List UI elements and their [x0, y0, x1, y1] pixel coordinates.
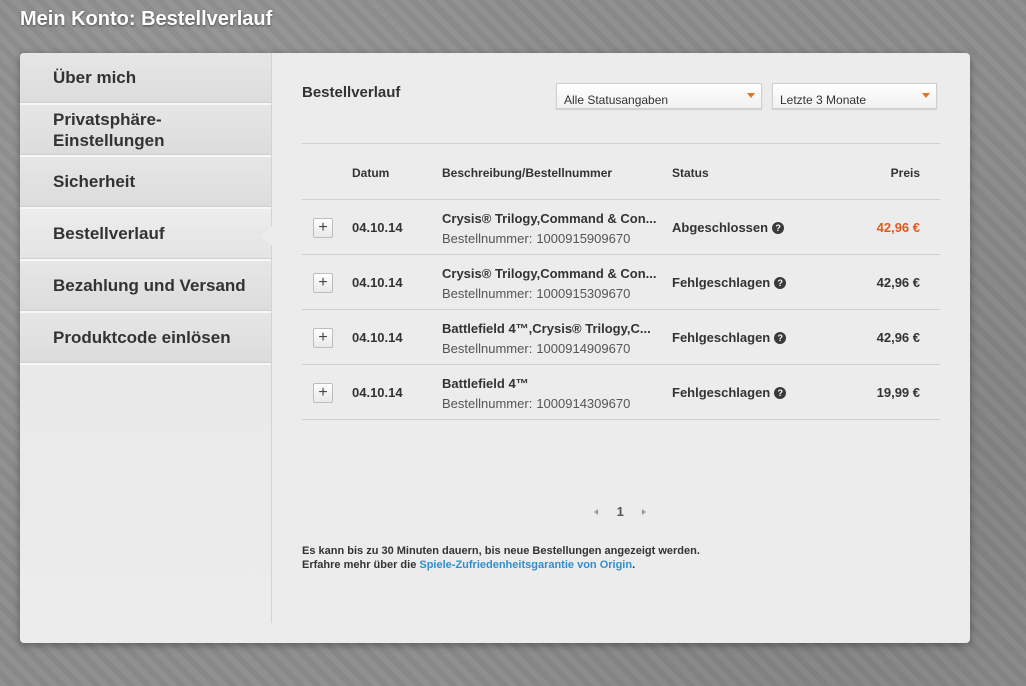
notice-suffix: . [632, 559, 636, 571]
order-status-text: Fehlgeschlagen [672, 385, 771, 400]
expand-row-button[interactable]: + [313, 273, 333, 293]
order-number-label: Bestellnummer: [442, 396, 533, 411]
order-date: 04.10.14 [352, 385, 403, 400]
period-filter-select[interactable]: Letzte 3 Monate [772, 83, 937, 109]
table-row: + 04.10.14 Battlefield 4™ Bestellnummer:… [302, 365, 940, 420]
header-price: Preis [890, 166, 920, 180]
order-status-text: Fehlgeschlagen [672, 275, 771, 290]
sidebar-item-produktcode[interactable]: Produktcode einlösen [20, 313, 271, 365]
guarantee-link[interactable]: Spiele-Zufriedenheitsgarantie von Origin [419, 559, 632, 571]
table-row: + 04.10.14 Crysis® Trilogy,Command & Con… [302, 200, 940, 255]
order-number-label: Bestellnummer: [442, 341, 533, 356]
sidebar-item-label: Produktcode einlösen [53, 328, 231, 347]
table-header: Datum Beschreibung/Bestellnummer Status … [302, 144, 940, 200]
expand-row-button[interactable]: + [313, 218, 333, 238]
order-number: Bestellnummer: 1000915309670 [442, 286, 630, 301]
order-status: Fehlgeschlagen? [672, 275, 787, 290]
order-number: Bestellnummer: 1000914909670 [442, 341, 630, 356]
order-price: 42,96 € [876, 220, 920, 235]
order-title: Battlefield 4™ [442, 376, 529, 391]
table-row: + 04.10.14 Crysis® Trilogy,Command & Con… [302, 255, 940, 310]
expand-row-button[interactable]: + [313, 383, 333, 403]
order-number: Bestellnummer: 1000914309670 [442, 396, 630, 411]
help-icon[interactable]: ? [772, 222, 785, 234]
sidebar-item-label: Bestellverlauf [53, 224, 165, 243]
section-title: Bestellverlauf [302, 84, 401, 101]
order-number-value: 1000914909670 [536, 341, 631, 356]
order-price: 42,96 € [876, 330, 920, 345]
order-title: Crysis® Trilogy,Command & Con... [442, 211, 657, 226]
order-date: 04.10.14 [352, 275, 403, 290]
sidebar-item-bestellverlauf[interactable]: Bestellverlauf [20, 209, 272, 261]
chevron-down-icon [922, 93, 930, 98]
sidebar-item-label: Privatsphäre- Einstellungen [53, 109, 164, 151]
order-price: 19,99 € [876, 385, 920, 400]
order-title: Battlefield 4™,Crysis® Trilogy,C... [442, 321, 651, 336]
order-status: Fehlgeschlagen? [672, 330, 787, 345]
help-icon[interactable]: ? [774, 277, 787, 289]
order-status-text: Abgeschlossen [672, 220, 769, 235]
period-filter-value: Letzte 3 Monate [780, 93, 867, 107]
order-number-value: 1000915909670 [536, 231, 631, 246]
notice-prefix: Erfahre mehr über die [302, 559, 420, 571]
sidebar-item-label: Sicherheit [53, 172, 136, 191]
account-panel: Über mich Privatsphäre- Einstellungen Si… [20, 53, 970, 643]
order-status: Abgeschlossen? [672, 220, 785, 235]
sidebar-item-label: Über mich [53, 68, 137, 87]
help-icon[interactable]: ? [774, 332, 787, 344]
sidebar-item-sicherheit[interactable]: Sicherheit [20, 157, 271, 209]
status-filter-select[interactable]: Alle Statusangaben [556, 83, 762, 109]
order-number-value: 1000915309670 [536, 286, 631, 301]
chevron-left-icon[interactable] [594, 509, 598, 515]
order-status-text: Fehlgeschlagen [672, 330, 771, 345]
notice-line-1: Es kann bis zu 30 Minuten dauern, bis ne… [302, 545, 700, 557]
sidebar-item-label: Bezahlung und Versand [53, 276, 246, 295]
chevron-down-icon [747, 93, 755, 98]
order-date: 04.10.14 [352, 330, 403, 345]
order-number-label: Bestellnummer: [442, 286, 533, 301]
sidebar-item-bezahlung[interactable]: Bezahlung und Versand [20, 261, 271, 313]
sidebar-item-label-line2: Einstellungen [53, 131, 165, 150]
order-number: Bestellnummer: 1000915909670 [442, 231, 630, 246]
page-title: Mein Konto: Bestellverlauf [20, 8, 273, 30]
order-date: 04.10.14 [352, 220, 403, 235]
sidebar-item-ueber-mich[interactable]: Über mich [20, 53, 271, 105]
order-title: Crysis® Trilogy,Command & Con... [442, 266, 657, 281]
order-number-label: Bestellnummer: [442, 231, 533, 246]
sidebar-item-privatsphaere[interactable]: Privatsphäre- Einstellungen [20, 105, 271, 157]
order-number-value: 1000914309670 [536, 396, 631, 411]
notice-line-2: Erfahre mehr über die Spiele-Zufriedenhe… [302, 558, 700, 572]
header-date: Datum [352, 166, 390, 180]
chevron-right-icon[interactable] [642, 509, 647, 515]
help-icon[interactable]: ? [774, 387, 787, 399]
pagination: 1 [594, 504, 647, 519]
sidebar-item-label-line1: Privatsphäre- [53, 110, 162, 129]
current-page[interactable]: 1 [617, 504, 624, 519]
table-row: + 04.10.14 Battlefield 4™,Crysis® Trilog… [302, 310, 940, 365]
header-description: Beschreibung/Bestellnummer [442, 166, 613, 180]
order-status: Fehlgeschlagen? [672, 385, 787, 400]
header-status: Status [672, 166, 709, 180]
order-price: 42,96 € [876, 275, 920, 290]
expand-row-button[interactable]: + [313, 328, 333, 348]
status-filter-value: Alle Statusangaben [564, 93, 669, 107]
sidebar-nav: Über mich Privatsphäre- Einstellungen Si… [20, 53, 272, 623]
order-history-section: Bestellverlauf Alle Statusangaben Letzte… [302, 53, 940, 623]
info-notice: Es kann bis zu 30 Minuten dauern, bis ne… [302, 544, 700, 572]
orders-table: Datum Beschreibung/Bestellnummer Status … [302, 143, 940, 420]
